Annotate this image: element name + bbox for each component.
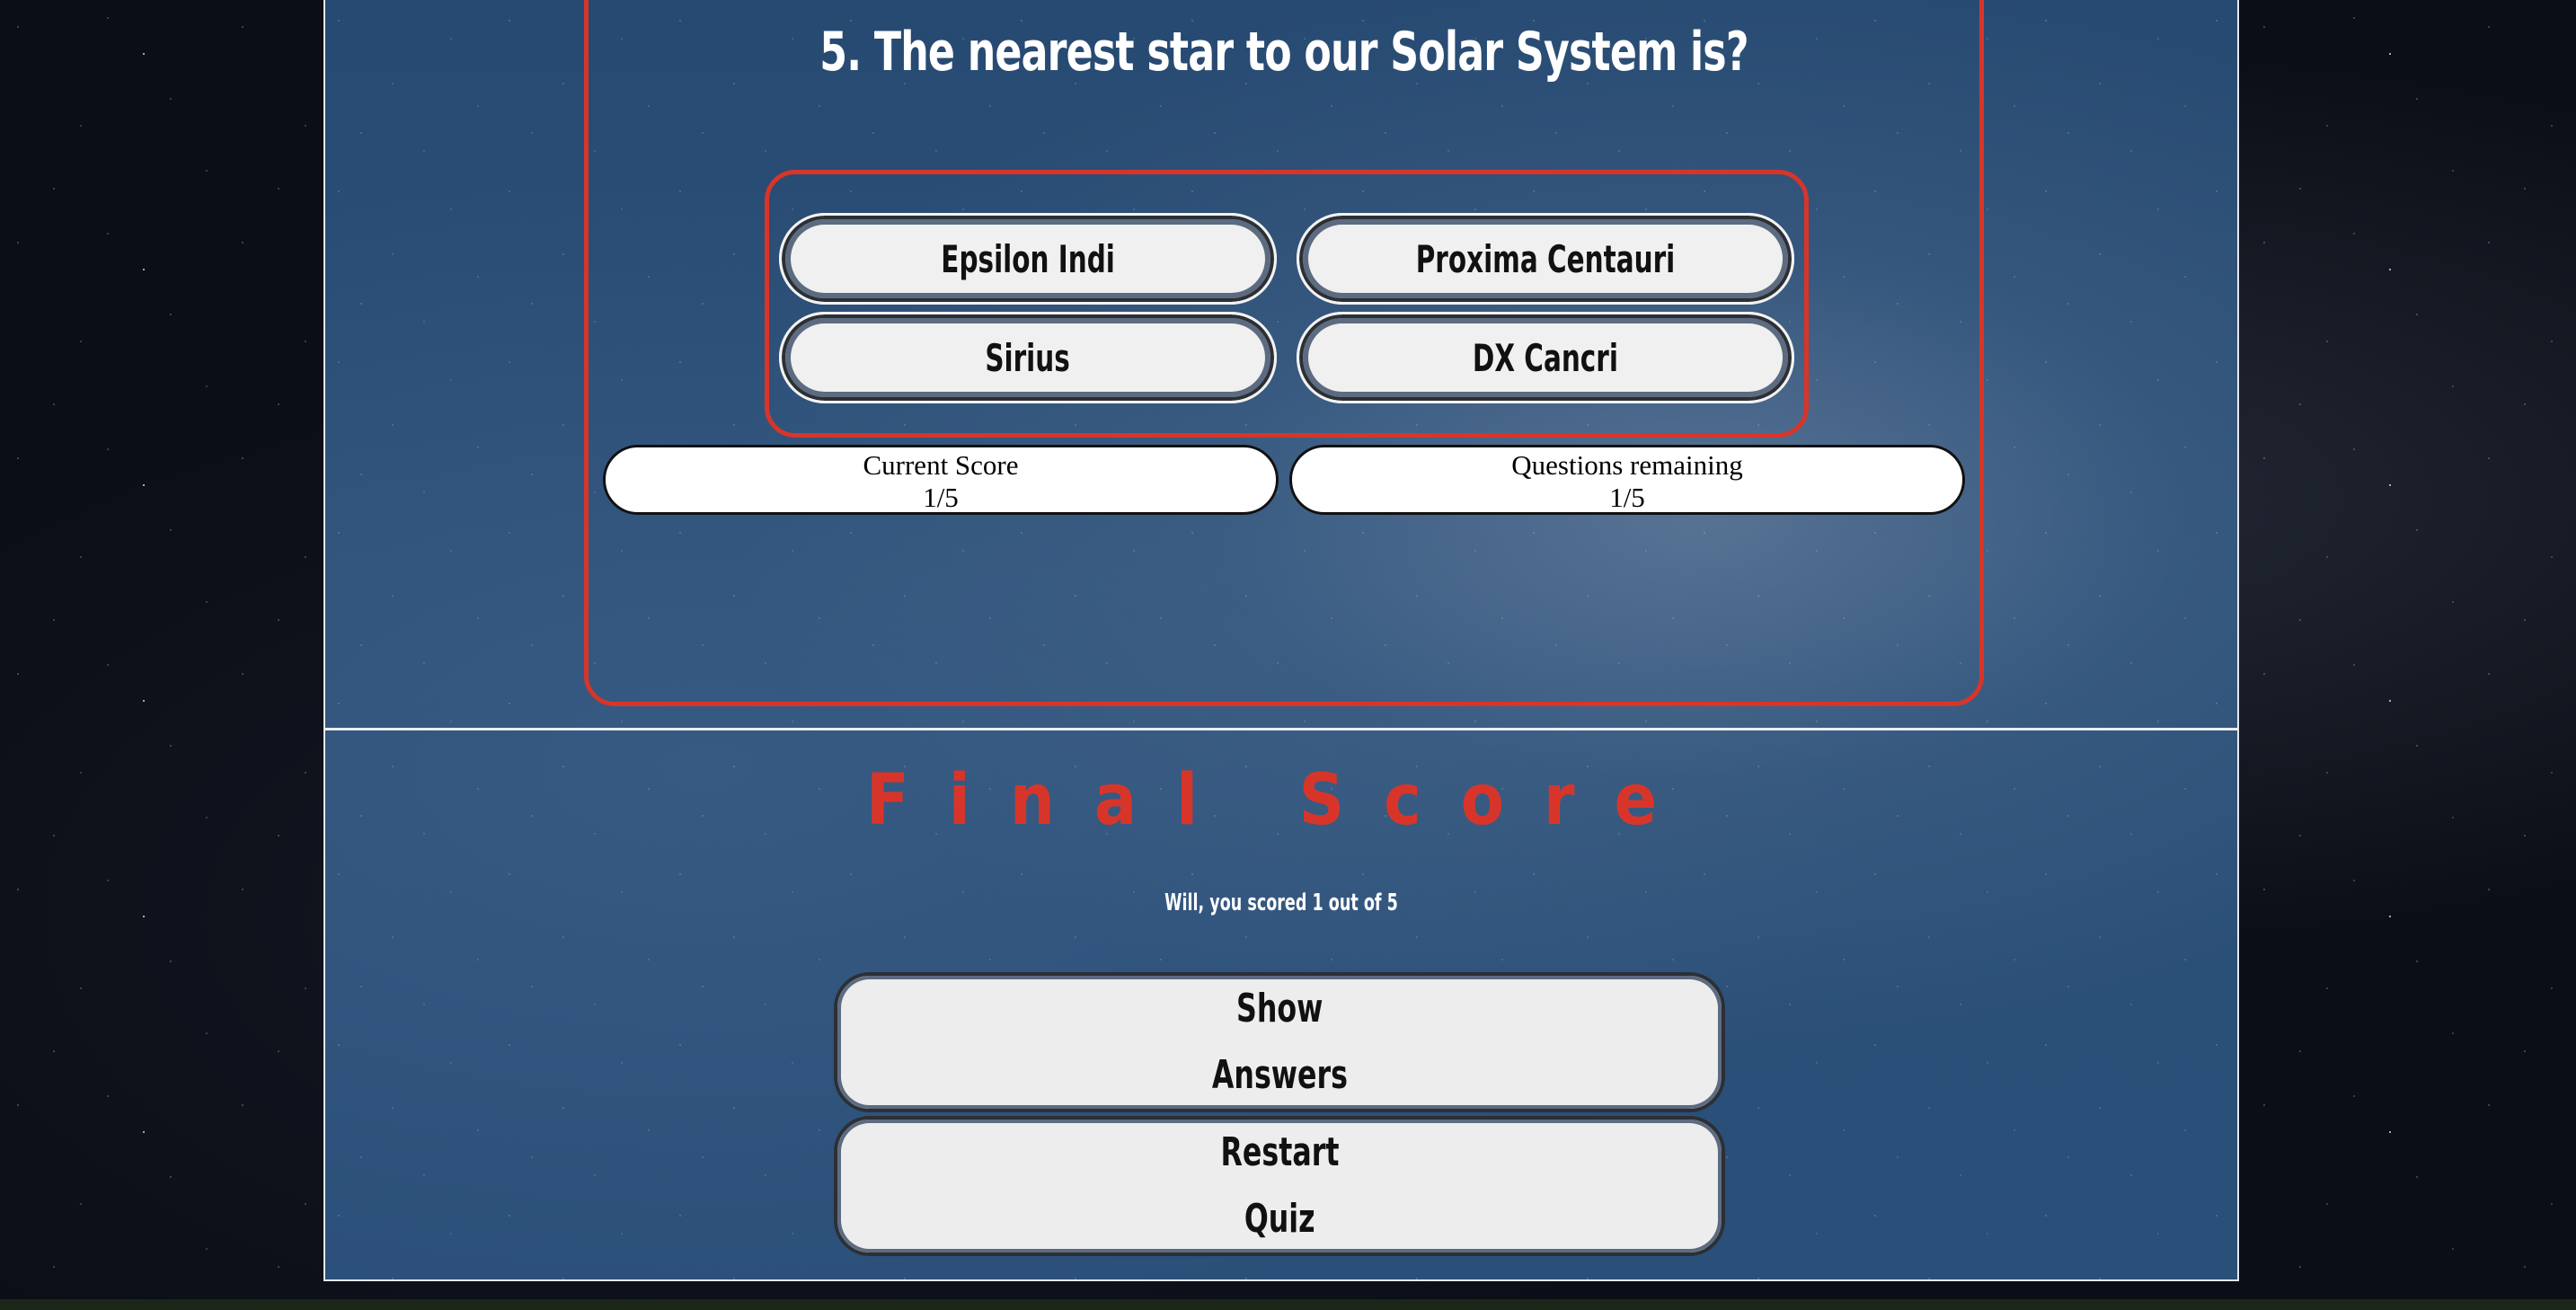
question-text: 5. The nearest star to our Solar System … [819,21,1748,84]
bottom-strip [0,1299,2576,1310]
answer-button-3[interactable]: Sirius [779,312,1277,403]
section-divider [325,728,2237,730]
answer-label: Sirius [985,335,1071,380]
questions-remaining-box: Questions remaining 1/5 [1289,445,1965,515]
restart-quiz-label-line1: Restart [1220,1129,1339,1175]
restart-quiz-button[interactable]: Restart Quiz [834,1116,1725,1256]
current-score-box: Current Score 1/5 [603,445,1279,515]
answer-button-4[interactable]: DX Cancri [1297,312,1794,403]
show-answers-button[interactable]: Show Answers [834,972,1725,1112]
restart-quiz-label-line2: Quiz [1244,1196,1315,1242]
answer-label: DX Cancri [1472,335,1619,380]
answers-container: Epsilon Indi Proxima Centauri Sirius DX … [765,170,1809,438]
answer-label: Epsilon Indi [941,236,1115,281]
answer-button-1[interactable]: Epsilon Indi [779,213,1277,305]
quiz-panel: 5. The nearest star to our Solar System … [323,0,2239,1281]
final-score-title: Final Score [865,760,1697,841]
current-score-value: 1/5 [923,482,959,513]
final-score-message: Will, you scored 1 out of 5 [1164,890,1398,916]
show-answers-label-line1: Show [1235,986,1323,1031]
answer-label: Proxima Centauri [1415,236,1676,281]
questions-remaining-value: 1/5 [1609,482,1645,513]
answer-button-2[interactable]: Proxima Centauri [1297,213,1794,305]
current-score-label: Current Score [863,449,1019,481]
question-container: 5. The nearest star to our Solar System … [584,0,1984,706]
questions-remaining-label: Questions remaining [1511,449,1743,481]
show-answers-label-line2: Answers [1211,1052,1348,1098]
